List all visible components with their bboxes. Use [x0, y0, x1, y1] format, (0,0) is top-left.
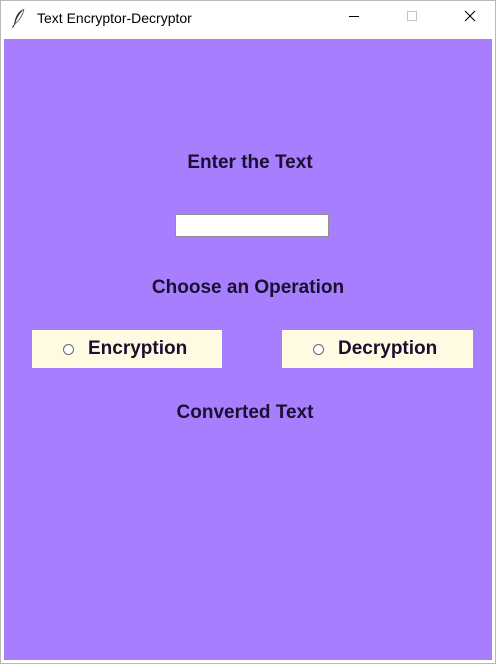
close-icon — [464, 9, 476, 27]
text-input[interactable] — [175, 214, 329, 237]
title-bar[interactable]: Text Encryptor-Decryptor — [1, 1, 495, 37]
radio-button-icon[interactable] — [63, 343, 74, 355]
app-window: Text Encryptor-Decryptor Enter the Text … — [0, 0, 496, 664]
choose-operation-label: Choose an Operation — [151, 277, 345, 298]
maximize-icon — [406, 9, 418, 27]
enter-text-label: Enter the Text — [187, 152, 313, 173]
encryption-radio-option[interactable]: Encryption — [32, 330, 222, 368]
minimize-button[interactable] — [331, 1, 377, 35]
feather-icon — [11, 8, 27, 28]
radio-button-icon[interactable] — [313, 343, 324, 355]
converted-text-label: Converted Text — [176, 402, 314, 423]
decryption-label: Decryption — [338, 338, 438, 359]
close-button[interactable] — [447, 1, 493, 35]
window-title: Text Encryptor-Decryptor — [37, 10, 192, 26]
maximize-button[interactable] — [389, 1, 435, 35]
encryption-label: Encryption — [88, 338, 188, 359]
decryption-radio-option[interactable]: Decryption — [282, 330, 473, 368]
main-panel: Enter the Text Choose an Operation Encry… — [4, 39, 492, 660]
minimize-icon — [348, 9, 360, 27]
